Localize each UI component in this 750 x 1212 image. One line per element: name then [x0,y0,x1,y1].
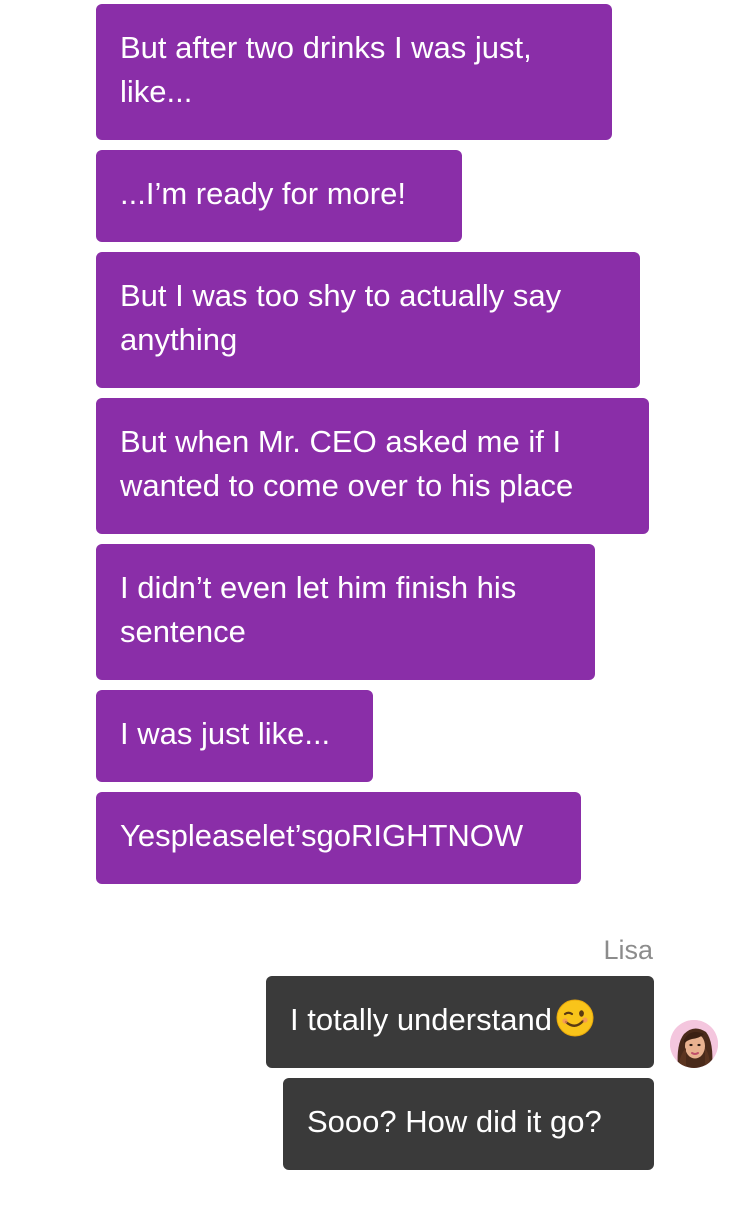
message-text: Sooo? How did it go? [307,1104,602,1139]
message-bubble[interactable]: Yespleaselet’sgoRIGHTNOW [96,792,581,884]
message-bubble[interactable]: ...I’m ready for more! [96,150,462,242]
message-bubble[interactable]: But I was too shy to actually say anythi… [96,252,640,388]
sender-name: Lisa [603,935,653,965]
winking-face-emoji-icon [556,999,594,1037]
message-bubble[interactable]: I totally understand [266,976,654,1068]
message-bubble[interactable]: But after two drinks I was just, like... [96,4,612,140]
message-bubble[interactable]: But when Mr. CEO asked me if I wanted to… [96,398,649,534]
message-text: But I was too shy to actually say anythi… [120,278,562,357]
message-text: I didn’t even let him finish his sentenc… [120,570,517,649]
message-text: But after two drinks I was just, like... [120,30,532,109]
message-bubble[interactable]: Sooo? How did it go? [283,1078,654,1170]
message-text: Yespleaselet’sgoRIGHTNOW [120,818,524,853]
lisa-avatar-icon[interactable] [670,1020,718,1068]
message-text: But when Mr. CEO asked me if I wanted to… [120,424,574,503]
message-text: ...I’m ready for more! [120,176,406,211]
message-bubble[interactable]: I was just like... [96,690,373,782]
message-bubble[interactable]: I didn’t even let him finish his sentenc… [96,544,595,680]
message-text: I was just like... [120,716,331,751]
chat-thread: But after two drinks I was just, like...… [0,0,750,1212]
message-text: I totally understand [290,1002,552,1037]
